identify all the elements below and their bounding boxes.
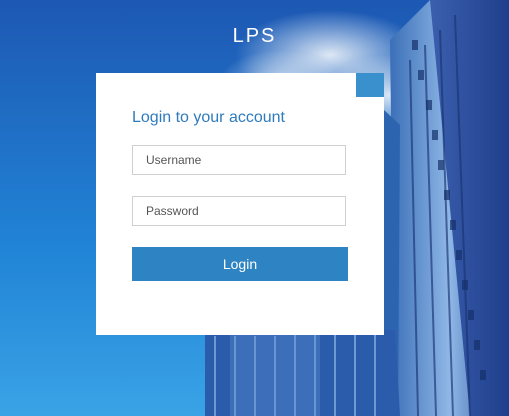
password-input[interactable]	[132, 196, 346, 226]
login-heading: Login to your account	[132, 109, 285, 126]
card-corner-accent	[356, 73, 384, 97]
login-card: Login to your account Login	[96, 73, 384, 335]
app-title: LPS	[232, 25, 277, 47]
login-button[interactable]: Login	[132, 247, 348, 281]
username-input[interactable]	[132, 145, 346, 175]
